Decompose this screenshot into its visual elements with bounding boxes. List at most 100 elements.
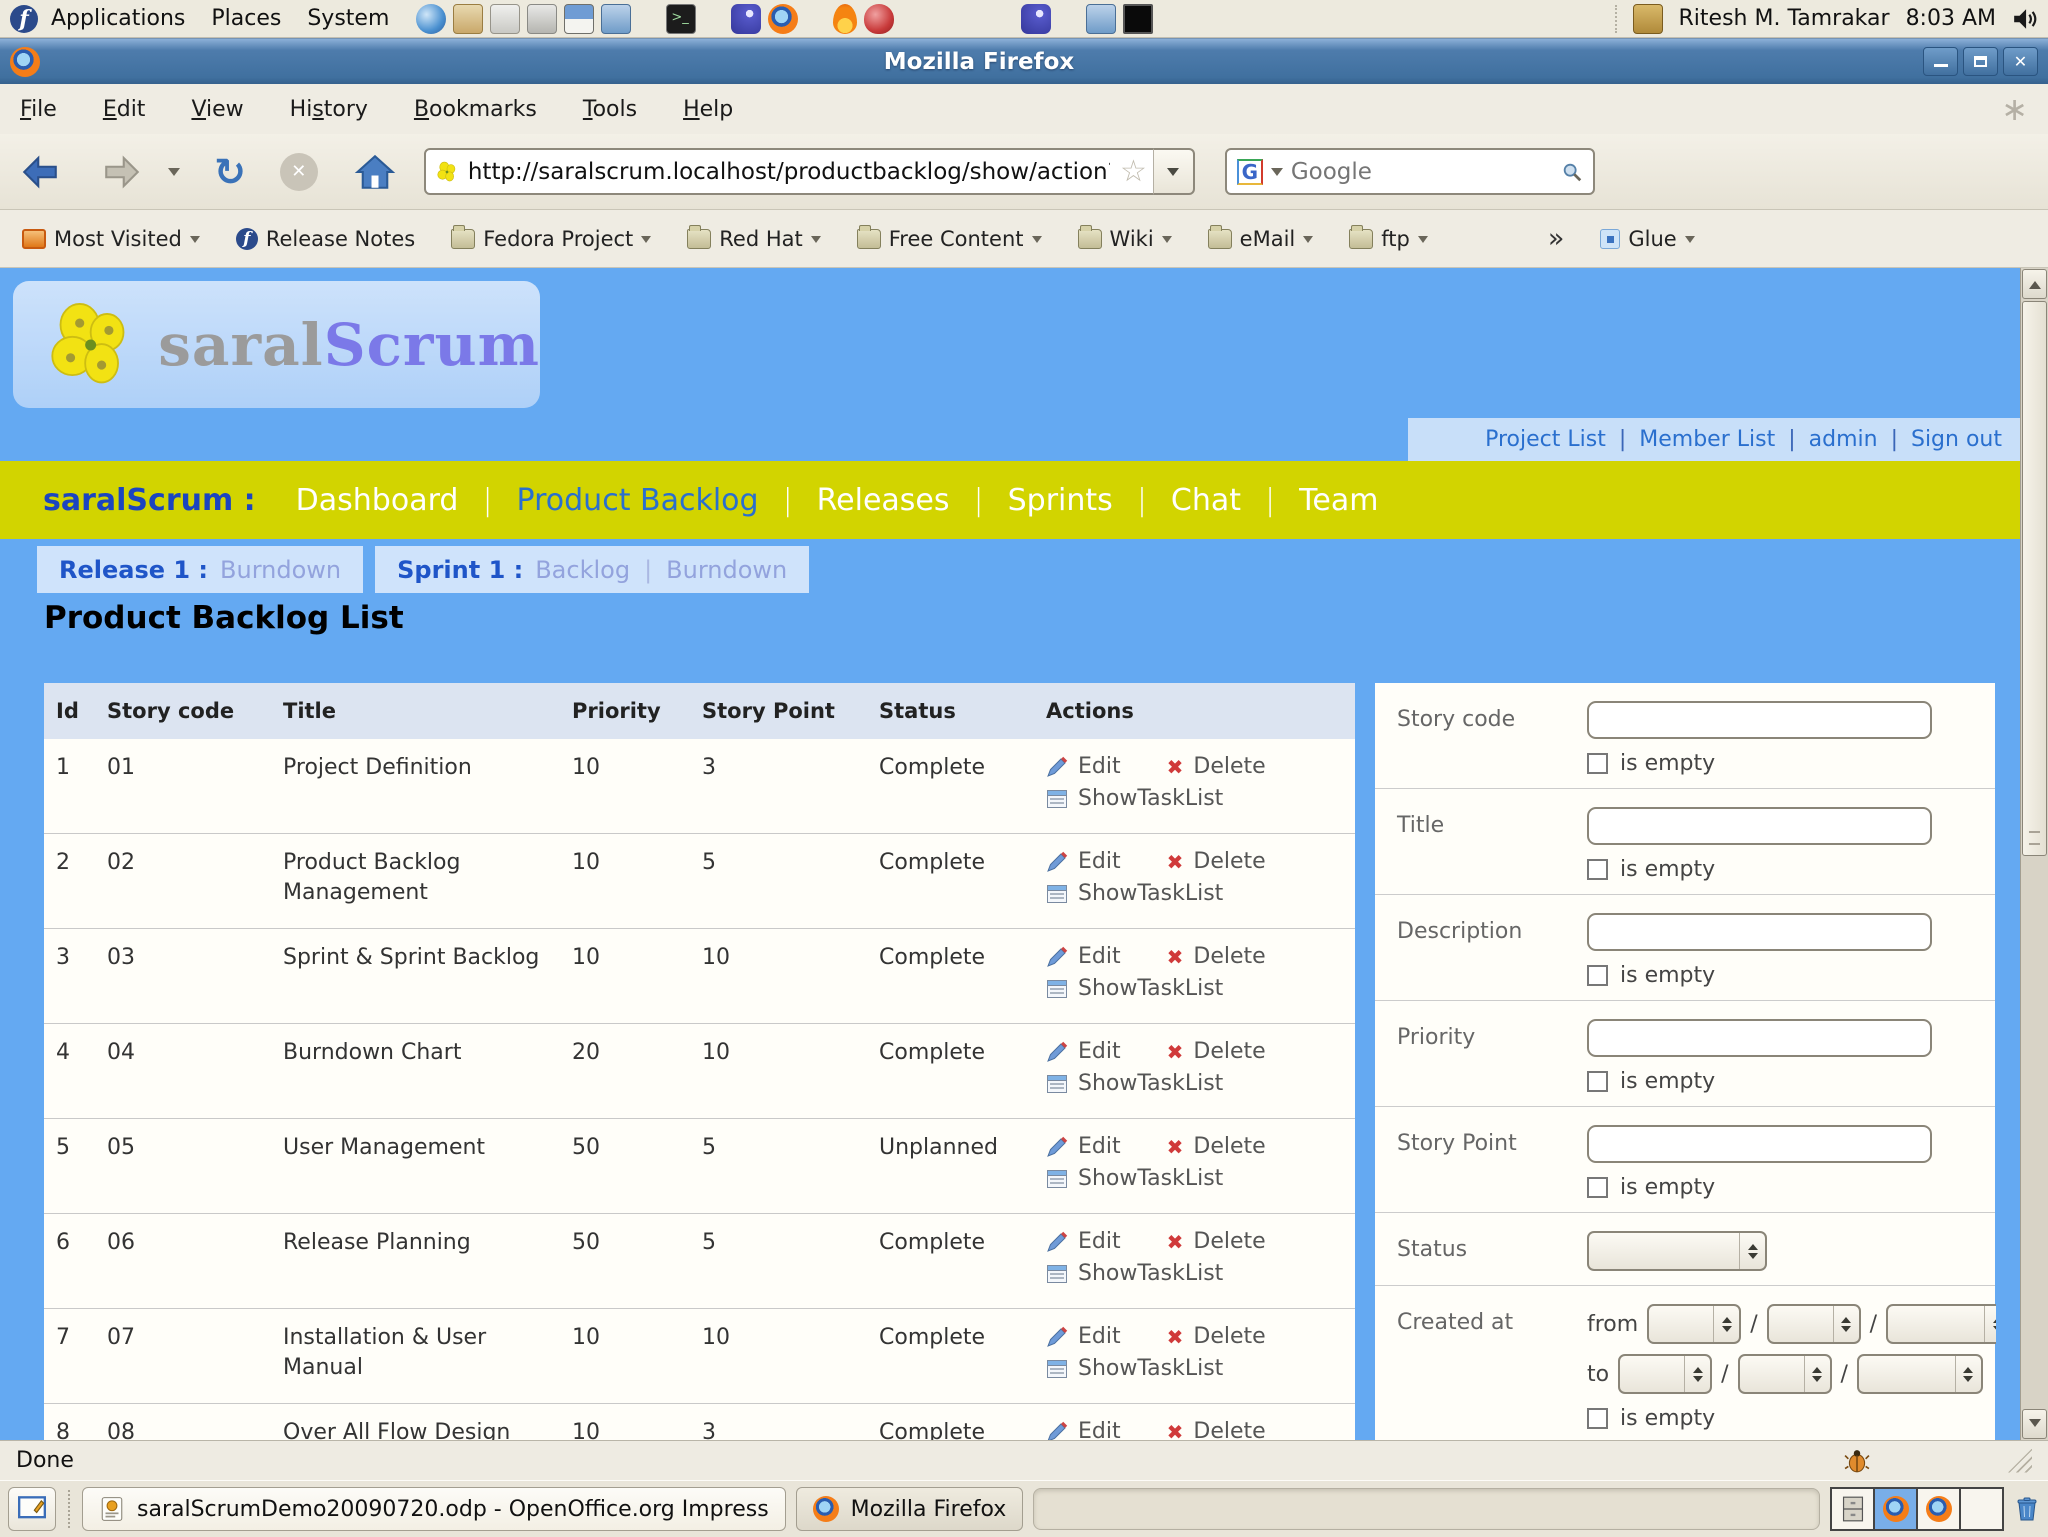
workspace-3[interactable] [1918, 1489, 1961, 1529]
bookmark-ftp[interactable]: ftp [1349, 227, 1428, 251]
filter-select-status[interactable] [1587, 1231, 1767, 1271]
eclipse-icon[interactable] [731, 4, 761, 34]
stop-button[interactable]: ✕ [280, 153, 318, 191]
notes-icon[interactable] [490, 4, 520, 34]
screenshot-icon[interactable] [527, 4, 557, 34]
workstations-icon[interactable] [1086, 4, 1116, 34]
url-input[interactable] [468, 159, 1110, 185]
edit-action[interactable]: Edit [1046, 848, 1121, 876]
date-from-select-2[interactable] [1767, 1304, 1861, 1344]
web-browser-icon[interactable] [416, 4, 446, 34]
titlebar[interactable]: Mozilla Firefox ✕ [0, 38, 2048, 84]
delete-action[interactable]: ✖Delete [1167, 1323, 1266, 1351]
workstations-icon[interactable] [601, 4, 631, 34]
forward-button[interactable] [98, 151, 146, 193]
edit-action[interactable]: Edit [1046, 1323, 1121, 1351]
edit-action[interactable]: Edit [1046, 1038, 1121, 1066]
is-empty-checkbox-story-point[interactable] [1587, 1177, 1608, 1198]
eclipse-icon[interactable] [1021, 4, 1051, 34]
terminal-icon[interactable] [666, 4, 696, 34]
maximize-button[interactable] [1963, 47, 1998, 76]
fedora-logo-icon[interactable]: f [10, 5, 38, 33]
delete-action[interactable]: ✖Delete [1167, 943, 1266, 971]
url-bar[interactable]: ☆ [424, 148, 1159, 195]
show-desktop-button[interactable] [8, 1487, 56, 1531]
package-icon[interactable] [1633, 4, 1663, 34]
bookmark-wiki[interactable]: Wiki [1078, 227, 1172, 251]
bookmark-star-icon[interactable]: ☆ [1120, 157, 1147, 187]
subtab-link-burndown[interactable]: Burndown [666, 556, 787, 584]
date-to-select-2[interactable] [1738, 1354, 1832, 1394]
filter-input-description[interactable] [1587, 913, 1932, 951]
scrollbar-thumb[interactable] [2022, 301, 2047, 856]
filter-input-story-code[interactable] [1587, 701, 1932, 739]
delete-action[interactable]: ✖Delete [1167, 1228, 1266, 1256]
flame-icon[interactable] [833, 4, 857, 34]
delete-action[interactable]: ✖Delete [1167, 1133, 1266, 1161]
bookmark-most-visited[interactable]: Most Visited [22, 227, 200, 251]
edit-action[interactable]: Edit [1046, 1133, 1121, 1161]
scroll-up-button[interactable] [2022, 269, 2047, 299]
showtasklist-action[interactable]: ShowTaskList [1046, 1165, 1343, 1193]
is-empty-checkbox-story-code[interactable] [1587, 753, 1608, 774]
is-empty-checkbox-priority[interactable] [1587, 1071, 1608, 1092]
showtasklist-action[interactable]: ShowTaskList [1046, 1260, 1343, 1288]
edit-action[interactable]: Edit [1046, 1228, 1121, 1256]
back-button[interactable] [16, 151, 64, 193]
showtasklist-action[interactable]: ShowTaskList [1046, 785, 1343, 813]
bookmark-release-notes[interactable]: fRelease Notes [236, 227, 415, 251]
header-link-project-list[interactable]: Project List [1485, 427, 1606, 452]
date-to-select-3[interactable] [1857, 1354, 1983, 1394]
menu-edit[interactable]: Edit [103, 97, 146, 122]
menu-places[interactable]: Places [198, 6, 294, 31]
nav-releases[interactable]: Releases [817, 483, 950, 518]
header-link-sign-out[interactable]: Sign out [1911, 427, 2002, 452]
workspace-2[interactable] [1875, 1489, 1918, 1529]
menu-bookmarks[interactable]: Bookmarks [414, 97, 537, 122]
delete-action[interactable]: ✖Delete [1167, 1418, 1266, 1440]
date-from-select-3[interactable] [1886, 1304, 1996, 1344]
filter-input-priority[interactable] [1587, 1019, 1932, 1057]
bookmarks-overflow-chevron[interactable]: » [1548, 223, 1565, 254]
bug-icon[interactable] [1844, 1448, 1870, 1474]
firefox-icon[interactable] [768, 4, 798, 34]
reload-button[interactable]: ↻ [214, 153, 246, 191]
subtab-link-backlog[interactable]: Backlog [535, 556, 630, 584]
saralscrum-logo[interactable]: saralScrum [13, 281, 540, 408]
search-engine-icon[interactable]: G [1237, 159, 1263, 185]
header-link-member-list[interactable]: Member List [1639, 427, 1775, 452]
chart-icon[interactable] [564, 4, 594, 34]
is-empty-checkbox-title[interactable] [1587, 859, 1608, 880]
menu-help[interactable]: Help [683, 97, 733, 122]
filter-input-title[interactable] [1587, 807, 1932, 845]
nav-dashboard[interactable]: Dashboard [296, 483, 459, 518]
history-dropdown-icon[interactable] [168, 168, 180, 182]
subtab-link-burndown[interactable]: Burndown [220, 556, 341, 584]
search-icon[interactable] [1561, 161, 1583, 183]
search-input[interactable] [1291, 159, 1553, 185]
is-empty-checkbox-created-at[interactable] [1587, 1408, 1608, 1429]
speaker-icon[interactable] [2012, 6, 2038, 32]
delete-action[interactable]: ✖Delete [1167, 753, 1266, 781]
menu-system[interactable]: System [294, 6, 402, 31]
showtasklist-action[interactable]: ShowTaskList [1046, 880, 1343, 908]
showtasklist-action[interactable]: ShowTaskList [1046, 1070, 1343, 1098]
apple-icon[interactable] [864, 4, 894, 34]
showtasklist-action[interactable]: ShowTaskList [1046, 975, 1343, 1003]
bookmark-fedora-project[interactable]: Fedora Project [451, 227, 651, 251]
home-button[interactable] [352, 151, 398, 193]
menu-applications[interactable]: Applications [38, 6, 198, 31]
task-button-mozilla-firefox[interactable]: Mozilla Firefox [796, 1487, 1024, 1531]
url-dropdown-button[interactable] [1153, 148, 1195, 195]
nav-product-backlog[interactable]: Product Backlog [517, 483, 759, 518]
vertical-scrollbar[interactable] [2020, 268, 2048, 1440]
panel-username[interactable]: Ritesh M. Tamrakar [1679, 6, 1890, 31]
trash-icon[interactable] [2014, 1496, 2040, 1522]
scroll-down-button[interactable] [2022, 1409, 2047, 1439]
nav-chat[interactable]: Chat [1171, 483, 1241, 518]
menu-history[interactable]: History [290, 97, 368, 122]
minimize-button[interactable] [1923, 47, 1958, 76]
edit-action[interactable]: Edit [1046, 1418, 1121, 1440]
display-icon[interactable] [1123, 4, 1153, 34]
delete-action[interactable]: ✖Delete [1167, 848, 1266, 876]
